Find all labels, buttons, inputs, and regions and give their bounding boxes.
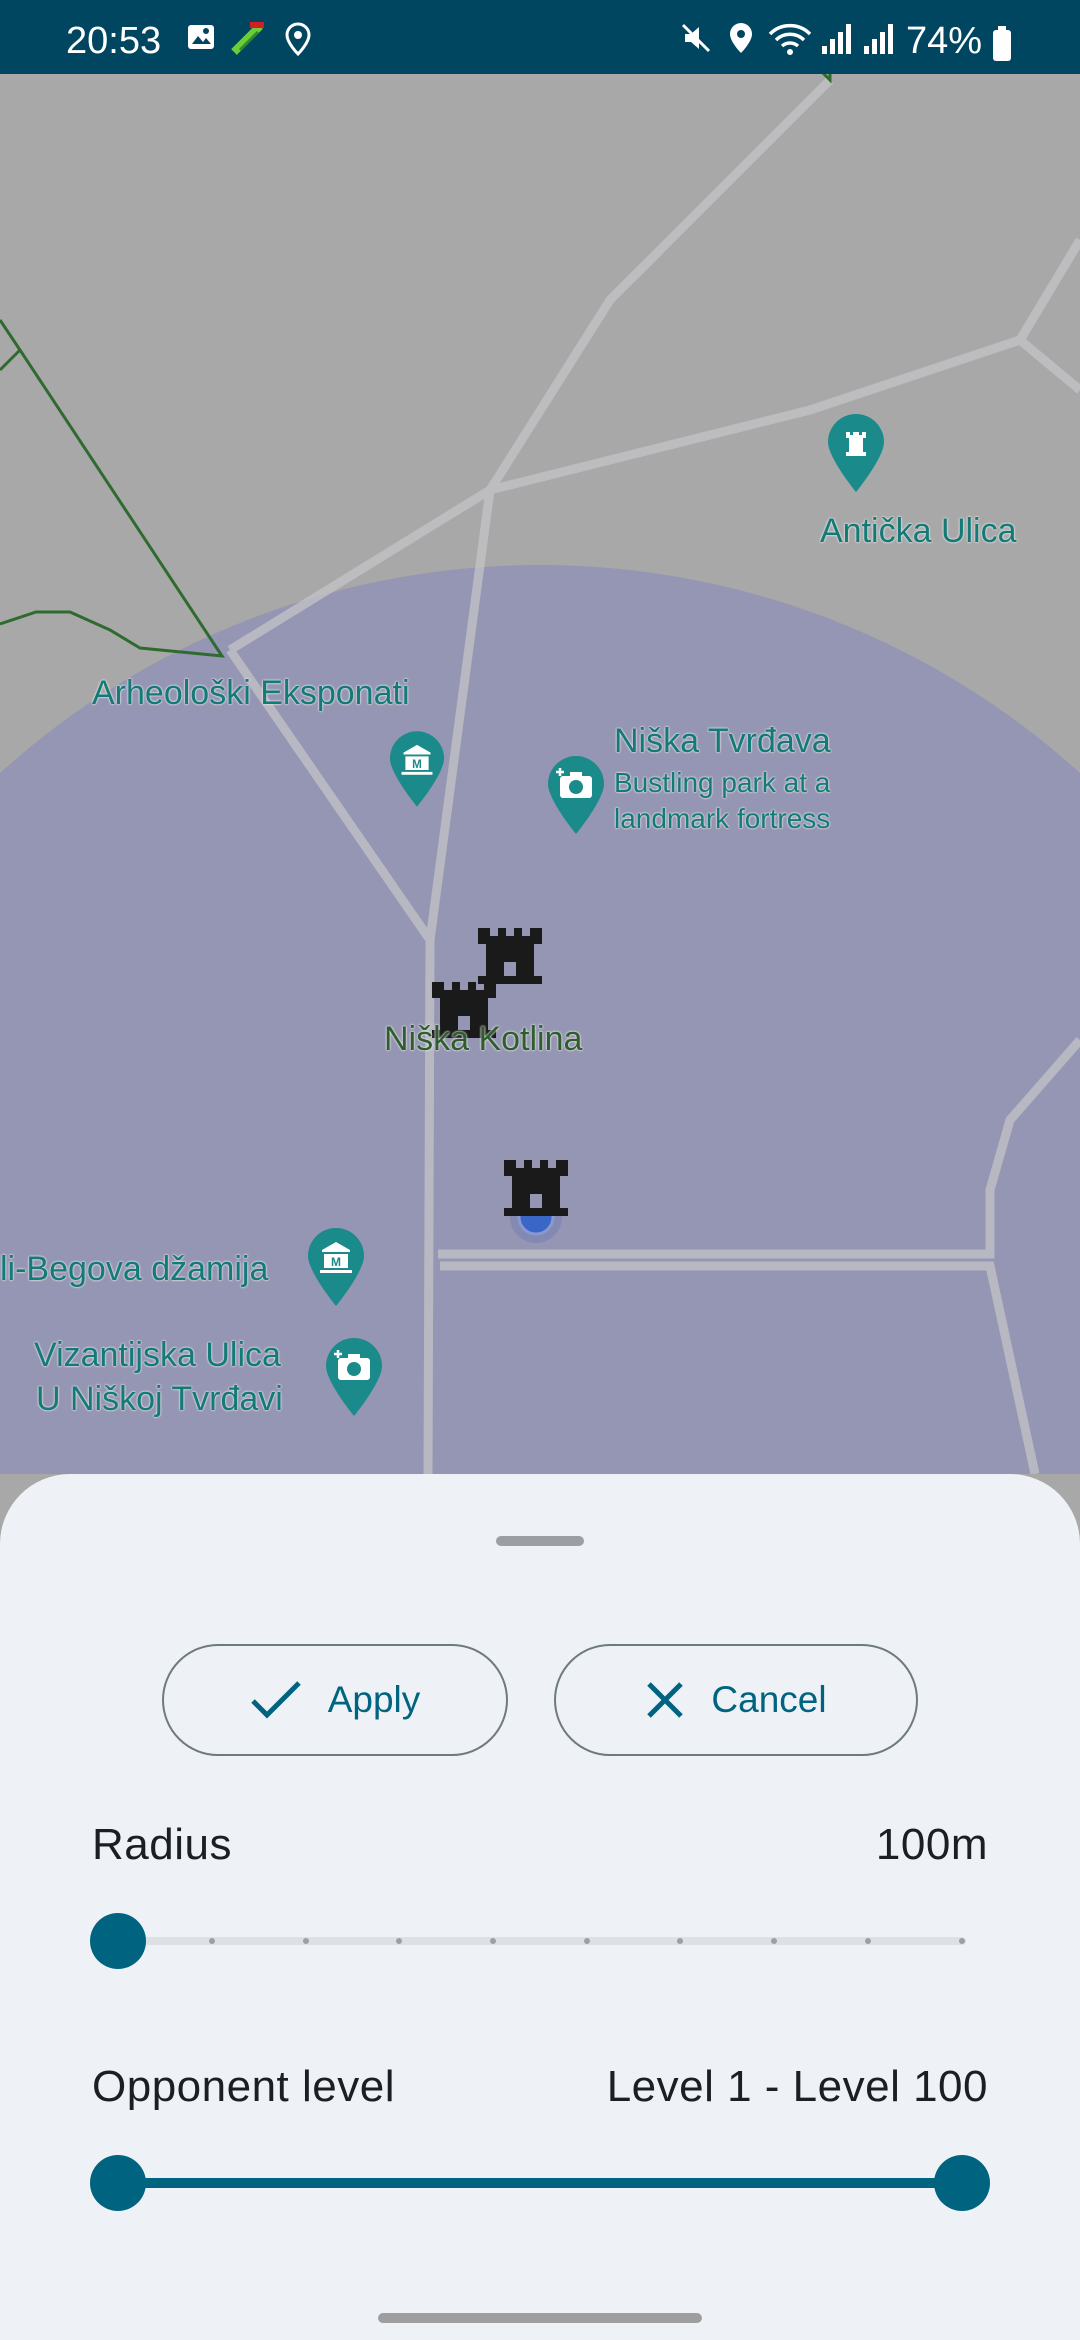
camera-pin-icon[interactable] (546, 754, 606, 836)
radius-tick (396, 1938, 402, 1944)
status-bar: 20:53 74% (0, 0, 1080, 74)
opponent-active-track (118, 2178, 962, 2188)
close-icon (647, 1682, 684, 1718)
app-notification-icon (231, 22, 264, 55)
radius-track (118, 1937, 966, 1945)
camera-pin-icon[interactable] (324, 1336, 384, 1418)
radius-tick (209, 1938, 215, 1944)
radius-value: 100m (875, 1820, 988, 1869)
castle-marker-icon[interactable] (476, 926, 544, 984)
radius-tick (584, 1938, 590, 1944)
mute-icon (681, 23, 711, 53)
check-icon (250, 1681, 301, 1719)
place-label-dzamija: li-Begova džamija (0, 1250, 269, 1288)
cancel-button[interactable]: Cancel (554, 1644, 918, 1756)
place-label-vizantijska-1: Vizantijska Ulica (34, 1336, 281, 1374)
battery-icon (993, 26, 1011, 61)
radius-slider-thumb[interactable] (90, 1913, 146, 1969)
place-desc-line-2: landmark fortress (614, 803, 831, 834)
place-label-vizantijska-2: U Niškoj Tvrđavi (36, 1380, 283, 1418)
radius-tick (959, 1938, 965, 1944)
place-desc-line-1: Bustling park at a (614, 767, 831, 798)
place-label-niska-tvrdjava: Niška Tvrđava (614, 722, 831, 760)
signal-icon-2 (864, 24, 893, 54)
radius-tick (490, 1938, 496, 1944)
svg-text:M: M (412, 758, 422, 771)
apply-button[interactable]: Apply (162, 1644, 508, 1756)
radius-tick (303, 1938, 309, 1944)
museum-pin-icon[interactable]: M (306, 1226, 366, 1308)
opponent-level-label: Opponent level (92, 2062, 395, 2111)
battery-percent: 74% (906, 20, 983, 62)
apply-label: Apply (327, 1679, 421, 1720)
cancel-label: Cancel (711, 1679, 827, 1720)
status-time: 20:53 (66, 20, 162, 62)
svg-text:M: M (331, 1255, 341, 1269)
radius-label: Radius (92, 1820, 232, 1869)
fortress-pin-icon[interactable] (826, 412, 886, 494)
filter-bottom-sheet (0, 1474, 1080, 2340)
location-active-icon (730, 23, 752, 53)
castle-marker-icon[interactable] (502, 1158, 570, 1216)
place-label-anticka: Antička Ulica (820, 512, 1017, 550)
radius-tick (771, 1938, 777, 1944)
place-label-niska-kotlina: Niška Kotlina (384, 1020, 583, 1058)
gesture-nav-bar[interactable] (378, 2313, 702, 2323)
location-icon (285, 22, 311, 56)
wifi-icon (768, 23, 812, 55)
radius-tick (677, 1938, 683, 1944)
opponent-level-value: Level 1 - Level 100 (606, 2062, 988, 2111)
museum-pin-icon[interactable]: M (388, 728, 446, 810)
gallery-icon (188, 25, 214, 49)
sheet-drag-handle[interactable] (496, 1536, 584, 1546)
opponent-max-thumb[interactable] (934, 2155, 990, 2211)
place-label-arheoloski: Arheološki Eksponati (92, 674, 410, 712)
map-view[interactable]: Antička Ulica Arheološki Eksponati M Niš… (0, 74, 1080, 1474)
opponent-min-thumb[interactable] (90, 2155, 146, 2211)
signal-icon-1 (822, 24, 851, 54)
radius-tick (865, 1938, 871, 1944)
